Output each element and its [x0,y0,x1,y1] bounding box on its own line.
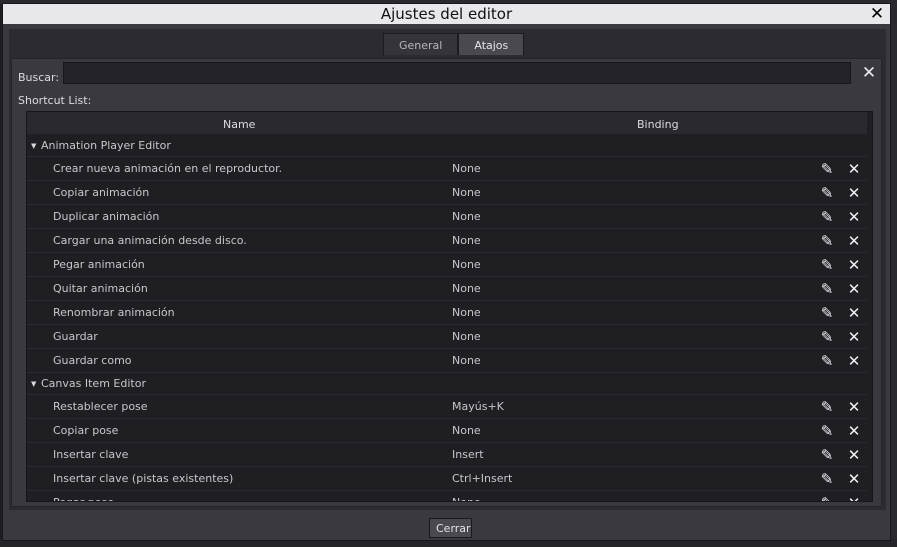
edit-icon[interactable]: ✎ [820,419,834,443]
delete-icon[interactable]: ✕ [846,181,862,205]
editor-settings-dialog: Ajustes del editor ✕ General Atajos Busc… [2,3,891,541]
shortcut-binding: None [452,258,481,271]
delete-icon[interactable]: ✕ [846,157,862,181]
shortcut-row[interactable]: Insertar clave (pistas existentes) Ctrl+I… [27,467,867,491]
shortcut-row[interactable]: Crear nueva animación en el reproductor.… [27,157,867,181]
delete-icon[interactable]: ✕ [846,419,862,443]
shortcut-name: Guardar como [53,354,132,367]
delete-icon[interactable]: ✕ [846,277,862,301]
shortcut-binding: Mayús+K [452,400,504,413]
delete-icon[interactable]: ✕ [846,301,862,325]
shortcut-name: Guardar [53,330,98,343]
close-dialog-button[interactable]: Cerrar [429,518,472,538]
shortcut-binding: None [452,330,481,343]
shortcut-row[interactable]: Pegar pose None ✎ ✕ [27,491,867,501]
edit-icon[interactable]: ✎ [820,253,834,277]
shortcut-binding: None [452,162,481,175]
shortcut-name: Insertar clave [53,448,129,461]
shortcut-name: Renombrar animación [53,306,175,319]
shortcut-binding: None [452,234,481,247]
edit-icon[interactable]: ✎ [820,349,834,373]
shortcut-row[interactable]: Restablecer pose Mayús+K ✎ ✕ [27,395,867,419]
category-name: Canvas Item Editor [41,377,146,390]
close-icon[interactable]: ✕ [868,4,886,24]
tree-column-headers: Name Binding [27,112,867,134]
shortcut-row[interactable]: Guardar como None ✎ ✕ [27,349,867,373]
edit-icon[interactable]: ✎ [820,491,834,501]
dialog-title: Ajustes del editor [380,5,513,23]
shortcut-name: Cargar una animación desde disco. [53,234,247,247]
shortcut-row[interactable]: Copiar pose None ✎ ✕ [27,419,867,443]
shortcut-name: Quitar animación [53,282,148,295]
tab-bar: General Atajos [383,33,525,56]
edit-icon[interactable]: ✎ [820,443,834,467]
shortcut-tree: Name Binding ▼ Animation Player Editor Cre… [26,111,873,502]
shortcut-binding: Ctrl+Insert [452,472,513,485]
delete-icon[interactable]: ✕ [846,349,862,373]
edit-icon[interactable]: ✎ [820,301,834,325]
shortcut-name: Insertar clave (pistas existentes) [53,472,234,485]
shortcut-name: Pegar pose [53,491,114,501]
delete-icon[interactable]: ✕ [846,443,862,467]
shortcut-list-label: Shortcut List: [18,94,92,107]
edit-icon[interactable]: ✎ [820,467,834,491]
shortcut-binding: None [452,424,481,437]
category-name: Animation Player Editor [41,139,171,152]
delete-icon[interactable]: ✕ [846,205,862,229]
edit-icon[interactable]: ✎ [820,157,834,181]
shortcut-binding: None [452,354,481,367]
shortcuts-panel: Buscar: ✕ Shortcut List: Name Binding ▼ A… [11,58,882,507]
shortcut-name: Pegar animación [53,258,145,271]
shortcut-name: Crear nueva animación en el reproductor. [53,162,283,175]
clear-search-icon[interactable]: ✕ [858,62,880,84]
shortcut-binding: None [452,186,481,199]
search-label: Buscar: [18,71,60,84]
edit-icon[interactable]: ✎ [820,277,834,301]
shortcut-row[interactable]: Cargar una animación desde disco. None ✎ ✕ [27,229,867,253]
category-row[interactable]: ▼ Animation Player Editor [27,135,867,157]
tab-shortcuts[interactable]: Atajos [458,33,525,55]
dialog-titlebar: Ajustes del editor ✕ [3,4,890,24]
delete-icon[interactable]: ✕ [846,325,862,349]
shortcut-row[interactable]: Renombrar animación None ✎ ✕ [27,301,867,325]
shortcut-name: Copiar animación [53,186,150,199]
shortcut-row[interactable]: Insertar clave Insert ✎ ✕ [27,443,867,467]
tab-general[interactable]: General [383,33,459,55]
dialog-body: General Atajos Buscar: ✕ Shortcut List: … [9,29,886,510]
tree-rows: ▼ Animation Player Editor Crear nueva anim… [27,135,867,501]
delete-icon[interactable]: ✕ [846,229,862,253]
collapse-arrow-icon[interactable]: ▼ [31,135,36,157]
shortcut-binding: None [452,491,481,501]
collapse-arrow-icon[interactable]: ▼ [31,373,36,395]
shortcut-name: Copiar pose [53,424,119,437]
shortcut-name: Duplicar animación [53,210,160,223]
edit-icon[interactable]: ✎ [820,325,834,349]
category-row[interactable]: ▼ Canvas Item Editor [27,373,867,395]
shortcut-row[interactable]: Pegar animación None ✎ ✕ [27,253,867,277]
edit-icon[interactable]: ✎ [820,205,834,229]
shortcut-binding: None [452,210,481,223]
shortcut-binding: Insert [452,448,484,461]
edit-icon[interactable]: ✎ [820,395,834,419]
delete-icon[interactable]: ✕ [846,395,862,419]
delete-icon[interactable]: ✕ [846,491,862,501]
edit-icon[interactable]: ✎ [820,181,834,205]
background-editor-edge [891,0,897,547]
shortcut-row[interactable]: Copiar animación None ✎ ✕ [27,181,867,205]
delete-icon[interactable]: ✕ [846,253,862,277]
shortcut-row[interactable]: Guardar None ✎ ✕ [27,325,867,349]
shortcut-row[interactable]: Duplicar animación None ✎ ✕ [27,205,867,229]
shortcut-name: Restablecer pose [53,400,148,413]
shortcut-binding: None [452,282,481,295]
search-input[interactable] [63,62,851,84]
delete-icon[interactable]: ✕ [846,467,862,491]
shortcut-row[interactable]: Quitar animación None ✎ ✕ [27,277,867,301]
edit-icon[interactable]: ✎ [820,229,834,253]
shortcut-binding: None [452,306,481,319]
